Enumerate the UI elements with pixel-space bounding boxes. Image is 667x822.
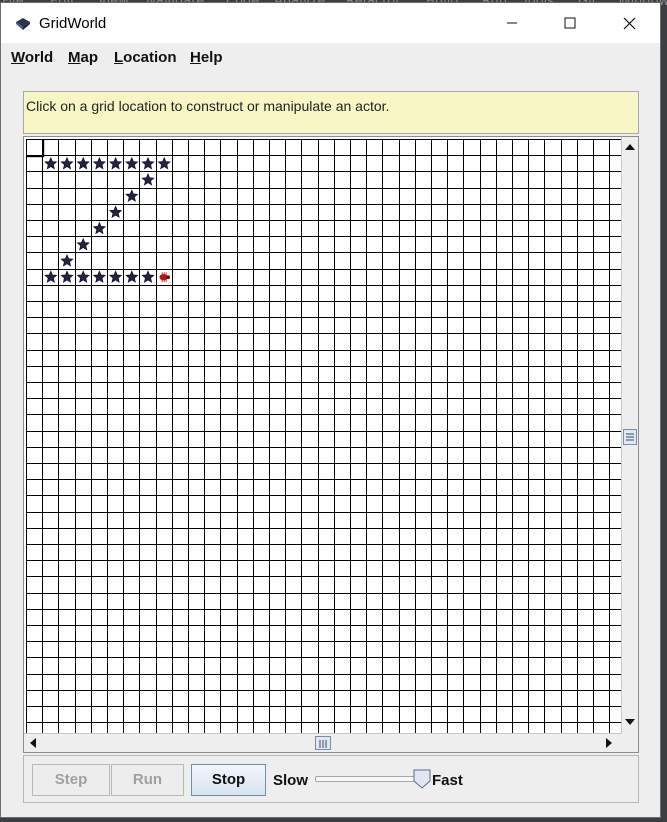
title-bar: GridWorld <box>1 3 660 43</box>
flower-actor[interactable] <box>108 270 123 283</box>
scroll-left-arrow-icon[interactable] <box>30 738 36 748</box>
flower-actor[interactable] <box>125 189 139 202</box>
flower-actor[interactable] <box>108 205 123 219</box>
selected-cell[interactable] <box>26 139 45 158</box>
flower-actor[interactable] <box>60 270 74 283</box>
message-area: Click on a grid location to construct or… <box>23 91 639 134</box>
run-button[interactable]: Run <box>111 764 184 796</box>
flower-actor[interactable] <box>141 270 155 283</box>
flower-actor[interactable] <box>76 156 90 170</box>
grip-icon <box>319 740 327 748</box>
menu-help[interactable]: Help <box>190 49 223 66</box>
flower-actor[interactable] <box>60 156 74 170</box>
close-icon <box>623 17 635 29</box>
menu-world[interactable]: World <box>11 49 53 66</box>
flower-actor[interactable] <box>141 156 155 170</box>
flower-actor[interactable] <box>157 156 171 170</box>
horizontal-scrollbar[interactable] <box>24 733 621 752</box>
flower-actor[interactable] <box>92 156 107 170</box>
flower-actor[interactable] <box>76 237 90 251</box>
menu-map[interactable]: Map <box>68 49 98 66</box>
horizontal-scroll-thumb[interactable] <box>315 736 331 750</box>
flower-actor[interactable] <box>44 156 58 170</box>
bug-actor[interactable] <box>159 272 171 283</box>
menu-bar: World Map Location Help <box>1 43 660 73</box>
flower-actor[interactable] <box>125 156 139 170</box>
grid-lines <box>26 139 621 733</box>
menu-location[interactable]: Location <box>114 49 177 66</box>
maximize-button[interactable] <box>541 3 599 43</box>
scroll-corner <box>621 733 638 752</box>
control-panel: Step Run Stop Slow Fast <box>23 755 639 803</box>
speed-slider-thumb[interactable] <box>413 769 431 789</box>
flower-actor[interactable] <box>44 270 58 283</box>
scroll-right-arrow-icon[interactable] <box>606 738 612 748</box>
flower-actor[interactable] <box>92 221 107 235</box>
minimize-button[interactable] <box>483 3 541 43</box>
world-grid[interactable] <box>26 139 621 733</box>
minimize-icon <box>507 22 517 24</box>
gridworld-window: GridWorld World Map Location Help Click … <box>0 2 661 818</box>
fast-label: Fast <box>432 772 463 789</box>
grip-icon <box>626 433 634 441</box>
flower-actor[interactable] <box>76 270 90 283</box>
vertical-scrollbar[interactable] <box>621 137 638 733</box>
stop-button[interactable]: Stop <box>191 764 266 796</box>
speed-slider[interactable] <box>315 776 425 782</box>
scroll-down-arrow-icon[interactable] <box>625 719 635 725</box>
slow-label: Slow <box>273 772 309 789</box>
flower-actor[interactable] <box>108 156 123 170</box>
maximize-icon <box>564 17 576 29</box>
gridworld-bug-icon <box>16 18 30 30</box>
flower-actor[interactable] <box>125 270 139 283</box>
flower-actor[interactable] <box>141 173 155 186</box>
flower-actor[interactable] <box>92 270 107 283</box>
window-title: GridWorld <box>39 15 107 32</box>
flower-actor[interactable] <box>60 254 74 267</box>
vertical-scroll-thumb[interactable] <box>623 429 637 445</box>
scroll-up-arrow-icon[interactable] <box>625 144 635 150</box>
grid-panel <box>23 136 639 753</box>
close-button[interactable] <box>600 3 658 43</box>
step-button[interactable]: Step <box>32 764 110 796</box>
